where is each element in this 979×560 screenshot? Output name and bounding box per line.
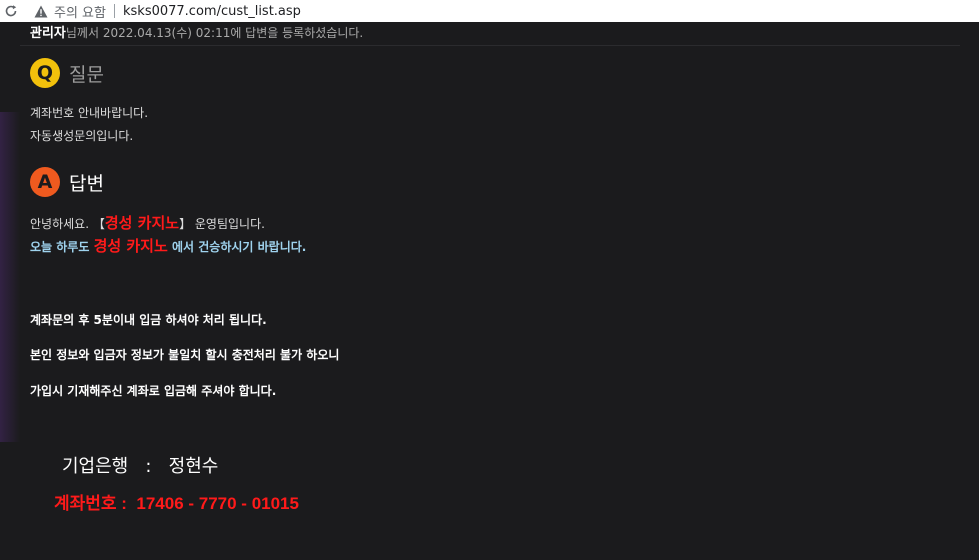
notice-line-1: 계좌문의 후 5분이내 입금 하셔야 처리 됩니다. bbox=[30, 313, 267, 327]
bank-info: 기업은행 : 정현수 bbox=[62, 456, 219, 477]
notice-line-3: 가입시 기재해주신 계좌로 입금해 주셔야 합니다. bbox=[30, 384, 277, 398]
wish-suffix: 에서 건승하시기 바랍니다. bbox=[167, 240, 307, 254]
brand-name: 경성 카지노 bbox=[104, 214, 180, 232]
question-header: Q 질문 bbox=[30, 58, 104, 88]
wish-prefix: 오늘 하루도 bbox=[30, 240, 94, 254]
reload-icon[interactable] bbox=[2, 2, 20, 20]
question-line-1: 계좌번호 안내바랍니다. bbox=[30, 106, 149, 120]
answer-header: A 답변 bbox=[30, 167, 104, 197]
greeting-prefix: 안녕하세요. 【 bbox=[30, 217, 105, 231]
answer-meta-text: 님께서 2022.04.13(수) 02:11에 답변을 등록하셨습니다. bbox=[65, 26, 364, 40]
answer-wish: 오늘 하루도 경성 카지노 에서 건승하시기 바랍니다. bbox=[30, 235, 306, 256]
url-text[interactable]: ksks0077.com/cust_list.asp bbox=[123, 4, 301, 19]
question-title: 질문 bbox=[69, 63, 104, 86]
answer-badge-icon: A bbox=[30, 167, 60, 197]
greeting-suffix: 】 운영팀입니다. bbox=[179, 217, 265, 231]
address-separator bbox=[113, 4, 115, 18]
account-number: 계좌번호 : 17406 - 7770 - 01015 bbox=[54, 494, 299, 513]
brand-name-2: 경성 카지노 bbox=[93, 237, 168, 255]
divider bbox=[20, 45, 960, 46]
warning-icon[interactable] bbox=[34, 4, 48, 18]
author-name: 관리자 bbox=[30, 26, 66, 40]
question-badge-icon: Q bbox=[30, 58, 60, 88]
browser-address-bar: 주의 요함 ksks0077.com/cust_list.asp bbox=[0, 0, 979, 23]
security-warning-label[interactable]: 주의 요함 bbox=[54, 2, 106, 21]
background-glow bbox=[0, 112, 20, 442]
question-line-2: 자동생성문의입니다. bbox=[30, 129, 134, 143]
answer-meta-line: 관리자님께서 2022.04.13(수) 02:11에 답변을 등록하셨습니다. bbox=[30, 22, 363, 40]
page-content: 관리자님께서 2022.04.13(수) 02:11에 답변을 등록하셨습니다.… bbox=[0, 22, 979, 560]
notice-line-2: 본인 정보와 입금자 정보가 불일치 할시 충전처리 불가 하오니 bbox=[30, 348, 340, 362]
answer-greeting: 안녕하세요. 【경성 카지노】 운영팀입니다. bbox=[30, 212, 265, 233]
answer-title: 답변 bbox=[69, 172, 104, 195]
